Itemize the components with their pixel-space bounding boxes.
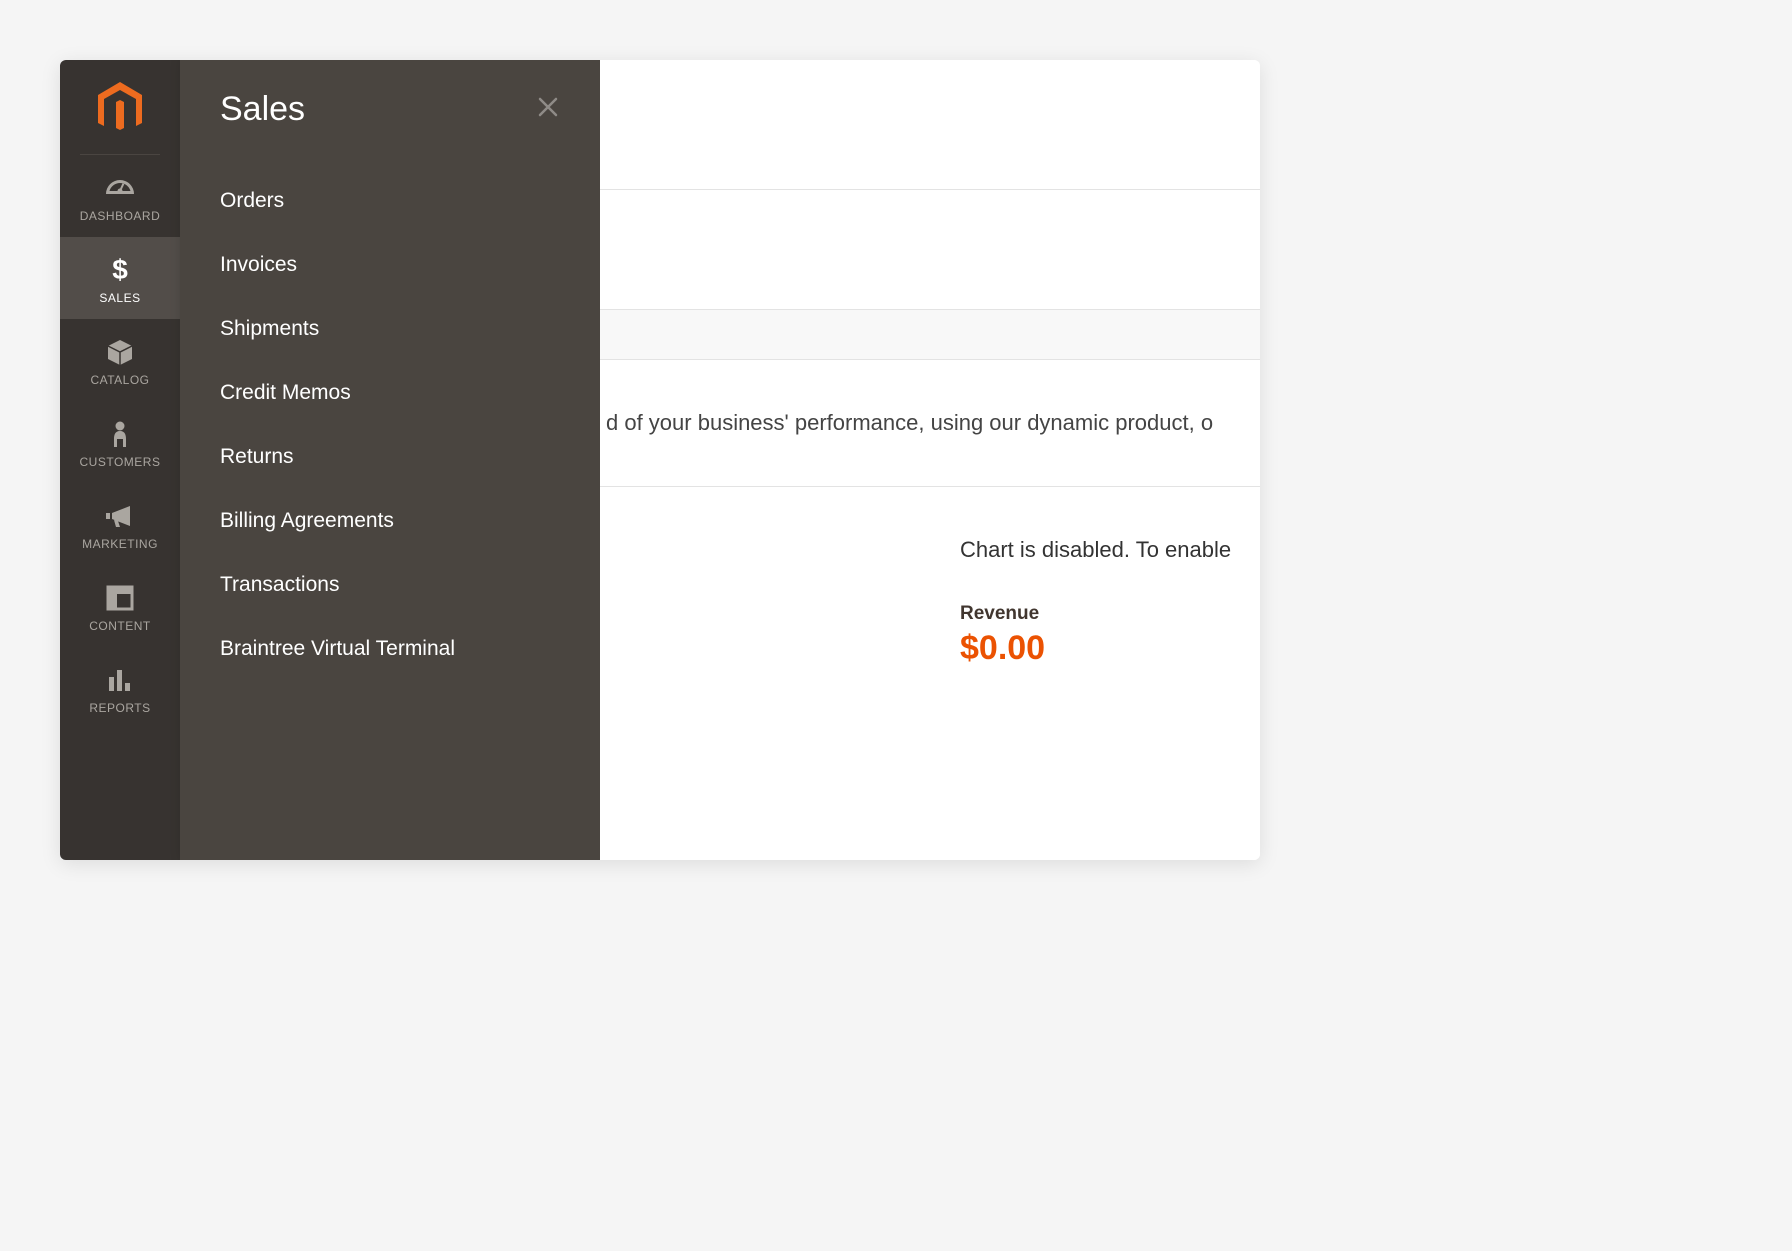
chart-disabled-text: Chart is disabled. To enable [960,537,1260,563]
flyout-item-braintree[interactable]: Braintree Virtual Terminal [220,637,560,661]
sidebar-item-marketing[interactable]: MARKETING [60,483,180,565]
toolbar-strip [600,190,1260,310]
flyout-menu: Orders Invoices Shipments Credit Memos R… [220,189,560,661]
logo[interactable] [80,60,160,155]
megaphone-icon [104,501,136,531]
chart-section: Chart is disabled. To enable Revenue $0.… [600,487,1260,668]
flyout-item-orders[interactable]: Orders [220,189,560,213]
sidebar-item-sales[interactable]: $ SALES [60,237,180,319]
sidebar-item-label: DASHBOARD [80,209,161,223]
flyout-item-credit-memos[interactable]: Credit Memos [220,381,560,405]
sidebar-item-reports[interactable]: REPORTS [60,647,180,729]
close-flyout-button[interactable] [536,95,560,124]
revenue-value: $0.00 [960,629,1260,668]
sidebar-item-label: CONTENT [89,619,151,633]
sidebar-item-content[interactable]: CONTENT [60,565,180,647]
flyout-item-billing-agreements[interactable]: Billing Agreements [220,509,560,533]
flyout-item-invoices[interactable]: Invoices [220,253,560,277]
sidebar-item-label: CUSTOMERS [80,455,161,469]
sidebar-item-label: CATALOG [90,373,149,387]
main-content: d of your business' performance, using o… [600,60,1260,860]
sidebar-item-label: SALES [99,291,140,305]
revenue-label: Revenue [960,603,1260,625]
main-sidebar: DASHBOARD $ SALES CATALOG CUSTOMERS [60,60,180,860]
sidebar-item-catalog[interactable]: CATALOG [60,319,180,401]
flyout-header: Sales [220,90,560,129]
sidebar-item-label: MARKETING [82,537,158,551]
sidebar-nav: DASHBOARD $ SALES CATALOG CUSTOMERS [60,155,180,729]
gauge-icon [103,173,137,203]
sidebar-item-dashboard[interactable]: DASHBOARD [60,155,180,237]
sidebar-item-customers[interactable]: CUSTOMERS [60,401,180,483]
performance-text: d of your business' performance, using o… [600,360,1260,487]
person-icon [110,419,130,449]
sidebar-item-label: REPORTS [89,701,150,715]
box-icon [105,337,135,367]
subheader-strip [600,310,1260,360]
flyout-title: Sales [220,90,305,129]
magento-logo-icon [96,82,144,136]
bar-chart-icon [106,665,134,695]
svg-text:$: $ [112,255,128,285]
header-strip [600,60,1260,190]
revenue-stat: Revenue $0.00 [960,603,1260,668]
dollar-icon: $ [110,255,130,285]
app-window: DASHBOARD $ SALES CATALOG CUSTOMERS [60,60,1260,860]
sales-flyout-panel: Sales Orders Invoices Shipments Credit M… [180,60,600,860]
flyout-item-returns[interactable]: Returns [220,445,560,469]
layout-icon [106,583,134,613]
flyout-item-transactions[interactable]: Transactions [220,573,560,597]
flyout-item-shipments[interactable]: Shipments [220,317,560,341]
close-icon [536,95,560,119]
